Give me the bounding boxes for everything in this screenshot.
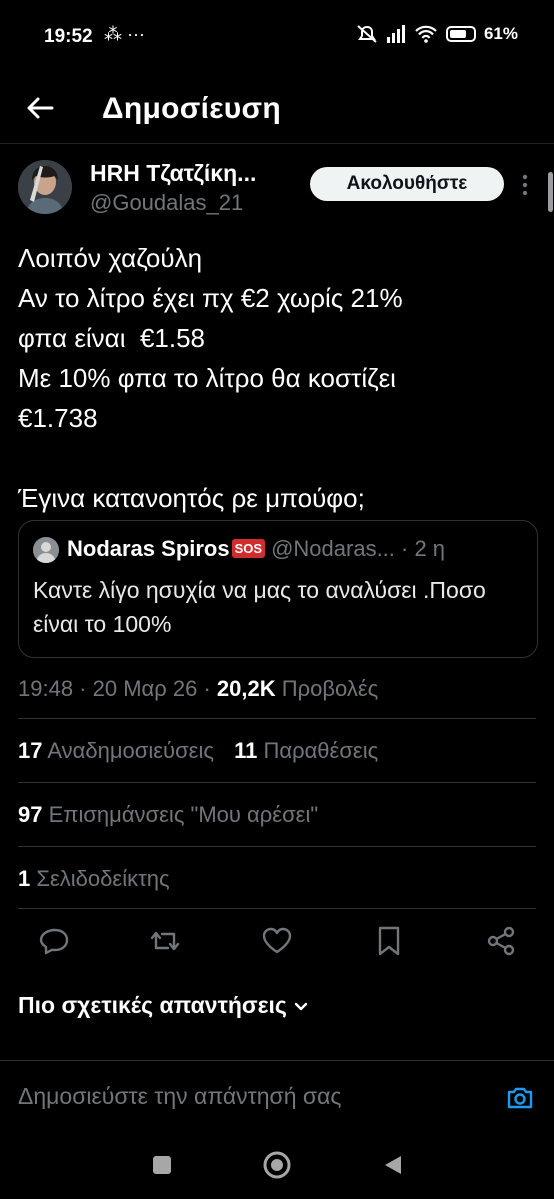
reply-icon[interactable] — [38, 924, 72, 958]
tweet-line: €1.738 — [18, 403, 98, 433]
bookmark-icon[interactable] — [372, 924, 406, 958]
status-bar: 19:52 ⁂ ··· 61% — [0, 0, 554, 72]
battery-icon — [445, 26, 476, 42]
stats-row-reposts: 17 Αναδημοσιεύσεις 11 Παραθέσεις — [18, 738, 392, 764]
divider — [18, 718, 536, 719]
reply-composer: Δημοσιεύστε την απάντησή σας — [0, 1060, 554, 1138]
views-label: Προβολές — [275, 676, 379, 701]
notification-icons: ⁂ ··· — [104, 24, 145, 44]
divider — [18, 908, 536, 909]
views-count: 20,2K — [216, 676, 276, 701]
quote-avatar-image — [33, 537, 59, 563]
stats-row-likes: 97 Επισημάνσεις "Μου αρέσει" — [18, 802, 332, 828]
quote-handle: @Nodaras... · 2 η — [271, 536, 446, 561]
replies-sort-dropdown[interactable]: Πιο σχετικές απαντήσεις — [18, 992, 309, 1019]
tweet-actions — [0, 918, 554, 966]
bookmarks-label: Σελιδοδείκτης — [30, 866, 170, 891]
quote-text: Καντε λίγο ησυχία να μας το αναλύσει .Πο… — [33, 577, 486, 637]
tweet-timestamp: 19:48 · 20 Μαρ 26 · — [18, 676, 217, 701]
like-icon[interactable] — [260, 924, 294, 958]
quoted-tweet[interactable]: Nodaras Spiros SOS @Nodaras... · 2 η Καντε… — [18, 520, 538, 658]
system-nav-bar — [0, 1138, 554, 1199]
scrollbar[interactable] — [548, 172, 553, 212]
share-icon[interactable] — [484, 924, 518, 958]
quotes-count: 11 — [234, 738, 258, 763]
replies-sort-label: Πιο σχετικές απαντήσεις — [18, 992, 287, 1018]
quote-author-name: Nodaras Spiros — [67, 536, 230, 561]
repost-icon[interactable] — [148, 924, 182, 958]
chevron-down-icon — [294, 1002, 308, 1011]
bookmarks-stat[interactable]: 1 Σελιδοδείκτης — [18, 866, 170, 891]
author-name[interactable]: HRH Τζατζίκη... — [90, 160, 256, 187]
reposts-count: 17 — [18, 738, 43, 763]
tweet-line: Λοιπόν χαζούλη — [18, 243, 203, 273]
camera-icon[interactable] — [505, 1083, 535, 1113]
follow-button[interactable]: Ακολουθήστε — [310, 167, 504, 201]
back-nav-icon[interactable] — [380, 1152, 406, 1178]
page-title: Δημοσίευση — [102, 92, 281, 125]
tweet-line: Αν το λίτρο έχει πχ €2 χωρίς 21% — [18, 283, 403, 313]
more-options-icon[interactable] — [518, 172, 532, 198]
tweet-meta: 19:48 · 20 Μαρ 26 · 20,2K Προβολές — [18, 676, 378, 702]
quotes-stat[interactable]: 11 Παραθέσεις — [234, 738, 378, 763]
quote-header: Nodaras Spiros SOS @Nodaras... · 2 η — [67, 536, 445, 562]
quote-avatar — [33, 537, 59, 563]
tweet-line: Με 10% φπα το λίτρο θα κοστίζει — [18, 363, 396, 393]
mute-icon — [357, 25, 377, 43]
bookmarks-count: 1 — [18, 866, 31, 891]
divider — [18, 846, 536, 847]
back-arrow-icon[interactable] — [24, 92, 56, 124]
avatar-image — [18, 160, 72, 214]
sos-emoji-icon: SOS — [231, 539, 266, 558]
battery-level: 61% — [483, 24, 518, 43]
tweet-line — [18, 438, 538, 478]
home-icon[interactable] — [262, 1150, 292, 1180]
stats-row-bookmarks: 1 Σελιδοδείκτης — [18, 866, 184, 892]
divider — [18, 782, 536, 783]
likes-stat[interactable]: 97 Επισημάνσεις "Μου αρέσει" — [18, 802, 318, 827]
reply-input[interactable]: Δημοσιεύστε την απάντησή σας — [18, 1083, 342, 1110]
tweet-text: Λοιπόν χαζούλη Αν το λίτρο έχει πχ €2 χω… — [18, 238, 538, 518]
tweet-line: φπα είναι €1.58 — [18, 323, 206, 353]
likes-label: Επισημάνσεις "Μου αρέσει" — [42, 802, 319, 827]
recents-icon[interactable] — [149, 1152, 175, 1178]
wifi-icon — [415, 25, 437, 43]
author-avatar[interactable] — [18, 160, 72, 214]
signal-icon — [386, 25, 405, 43]
status-right: 61% — [356, 24, 518, 44]
status-time: 19:52 — [44, 26, 93, 47]
reposts-label: Αναδημοσιεύσεις — [42, 738, 214, 763]
quotes-label: Παραθέσεις — [257, 738, 379, 763]
app-header: Δημοσίευση — [0, 72, 554, 144]
reposts-stat[interactable]: 17 Αναδημοσιεύσεις — [18, 738, 214, 763]
tweet-line: Έγινα κατανοητός ρε μπούφο; — [18, 483, 365, 513]
author-handle[interactable]: @Goudalas_21 — [90, 190, 243, 216]
likes-count: 97 — [18, 802, 43, 827]
